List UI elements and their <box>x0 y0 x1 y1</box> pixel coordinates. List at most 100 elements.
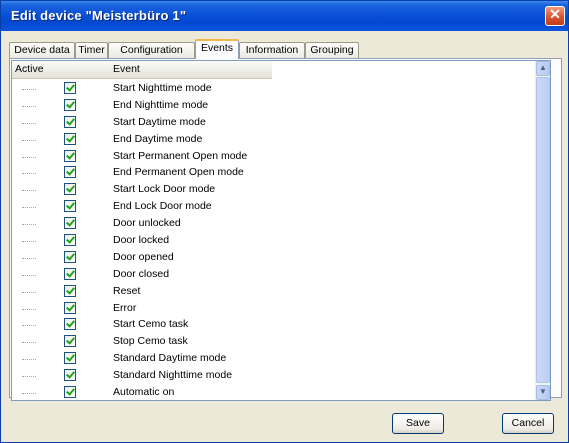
list-item[interactable]: Automatic on <box>12 385 538 400</box>
event-label: Door closed <box>113 267 170 280</box>
window-title: Edit device "Meisterbüro 1" <box>11 8 187 23</box>
tree-connector <box>22 139 36 141</box>
active-checkbox[interactable] <box>64 183 76 196</box>
active-checkbox[interactable] <box>64 369 76 382</box>
event-label: Door opened <box>113 250 174 263</box>
column-header-event[interactable]: Event <box>113 63 140 75</box>
event-label: Error <box>113 301 137 314</box>
tree-connector <box>22 156 36 158</box>
tab-configuration[interactable]: Configuration <box>108 42 195 58</box>
list-item[interactable]: Standard Daytime mode <box>12 351 538 368</box>
list-item[interactable]: Reset <box>12 284 538 301</box>
event-label: Start Daytime mode <box>113 115 206 128</box>
active-checkbox[interactable] <box>64 82 76 94</box>
active-checkbox[interactable] <box>64 234 76 247</box>
tab-timer[interactable]: Timer <box>75 42 108 58</box>
event-label: Door unlocked <box>113 217 181 230</box>
list-item[interactable]: Start Daytime mode <box>12 115 538 132</box>
tree-connector <box>22 359 36 361</box>
close-icon: ✕ <box>549 6 561 22</box>
active-checkbox[interactable] <box>64 149 76 162</box>
active-checkbox[interactable] <box>64 132 76 145</box>
tab-information[interactable]: Information <box>239 42 305 58</box>
tree-connector <box>22 224 36 226</box>
list-item[interactable]: Start Cemo task <box>12 317 538 334</box>
active-checkbox[interactable] <box>64 335 76 348</box>
active-checkbox[interactable] <box>64 267 76 280</box>
list-item[interactable]: Standard Nighttime mode <box>12 368 538 385</box>
arrow-down-icon: ▼ <box>539 387 547 396</box>
list-item[interactable]: Door closed <box>12 267 538 284</box>
tree-connector <box>22 274 36 276</box>
list-item[interactable]: End Daytime mode <box>12 132 538 149</box>
arrow-up-icon: ▲ <box>539 63 547 72</box>
tab-events[interactable]: Events <box>195 39 239 59</box>
dialog-footer: Save Cancel <box>9 401 562 441</box>
tree-connector <box>22 122 36 124</box>
active-checkbox[interactable] <box>64 301 76 314</box>
event-label: Standard Nighttime mode <box>113 369 233 382</box>
active-checkbox[interactable] <box>64 352 76 365</box>
event-label: End Nighttime mode <box>113 98 209 111</box>
events-list[interactable]: Active Event Start Nighttime mode End Nig… <box>11 60 551 401</box>
scroll-down-button[interactable]: ▼ <box>536 385 550 400</box>
tab-device-data[interactable]: Device data <box>9 42 75 58</box>
list-item[interactable]: Door locked <box>12 233 538 250</box>
event-label: Standard Daytime mode <box>113 352 227 365</box>
tree-connector <box>22 190 36 192</box>
tree-connector <box>22 89 36 90</box>
tree-connector <box>22 241 36 243</box>
active-checkbox[interactable] <box>64 98 76 111</box>
event-label: Start Lock Door mode <box>113 183 216 196</box>
event-label: Door locked <box>113 234 170 247</box>
active-checkbox[interactable] <box>64 217 76 230</box>
vertical-scrollbar[interactable]: ▲ ▼ <box>535 61 550 400</box>
tree-connector <box>22 105 36 107</box>
event-label: End Daytime mode <box>113 132 203 145</box>
edit-device-dialog: Edit device "Meisterbüro 1" ✕ Device dat… <box>0 0 569 443</box>
column-header-active[interactable]: Active <box>15 63 44 75</box>
event-label: Start Permanent Open mode <box>113 149 248 162</box>
scroll-thumb[interactable] <box>536 77 550 383</box>
list-item[interactable]: Start Permanent Open mode <box>12 149 538 166</box>
list-item[interactable]: Start Lock Door mode <box>12 182 538 199</box>
tree-connector <box>22 308 36 310</box>
tree-connector <box>22 207 36 209</box>
active-checkbox[interactable] <box>64 200 76 213</box>
event-label: End Lock Door mode <box>113 200 212 213</box>
list-item[interactable]: Door unlocked <box>12 216 538 233</box>
list-item[interactable]: Error <box>12 301 538 318</box>
tree-connector <box>22 325 36 327</box>
active-checkbox[interactable] <box>64 284 76 297</box>
list-item[interactable]: Door opened <box>12 250 538 267</box>
active-checkbox[interactable] <box>64 166 76 179</box>
active-checkbox[interactable] <box>64 386 76 399</box>
list-item[interactable]: End Nighttime mode <box>12 98 538 115</box>
title-bar[interactable]: Edit device "Meisterbüro 1" ✕ <box>1 1 568 31</box>
tree-connector <box>22 257 36 259</box>
active-checkbox[interactable] <box>64 318 76 331</box>
tree-connector <box>22 291 36 293</box>
event-label: End Permanent Open mode <box>113 166 244 179</box>
save-button[interactable]: Save <box>392 413 444 434</box>
list-item[interactable]: End Lock Door mode <box>12 199 538 216</box>
event-label: Stop Cemo task <box>113 335 188 348</box>
tree-connector <box>22 342 36 344</box>
event-label: Start Cemo task <box>113 318 189 331</box>
tree-connector <box>22 376 36 378</box>
tree-connector <box>22 393 36 395</box>
active-checkbox[interactable] <box>64 250 76 263</box>
event-label: Automatic on <box>113 386 175 399</box>
cancel-button[interactable]: Cancel <box>502 413 554 434</box>
event-label: Reset <box>113 284 141 297</box>
close-button[interactable]: ✕ <box>545 6 565 26</box>
tree-connector <box>22 173 36 175</box>
list-item[interactable]: Start Nighttime mode <box>12 81 538 98</box>
event-label: Start Nighttime mode <box>113 82 212 94</box>
list-header: Active Event <box>12 61 272 79</box>
active-checkbox[interactable] <box>64 115 76 128</box>
list-item[interactable]: End Permanent Open mode <box>12 165 538 182</box>
tab-grouping[interactable]: Grouping <box>305 42 359 58</box>
list-item[interactable]: Stop Cemo task <box>12 334 538 351</box>
scroll-up-button[interactable]: ▲ <box>536 61 550 76</box>
